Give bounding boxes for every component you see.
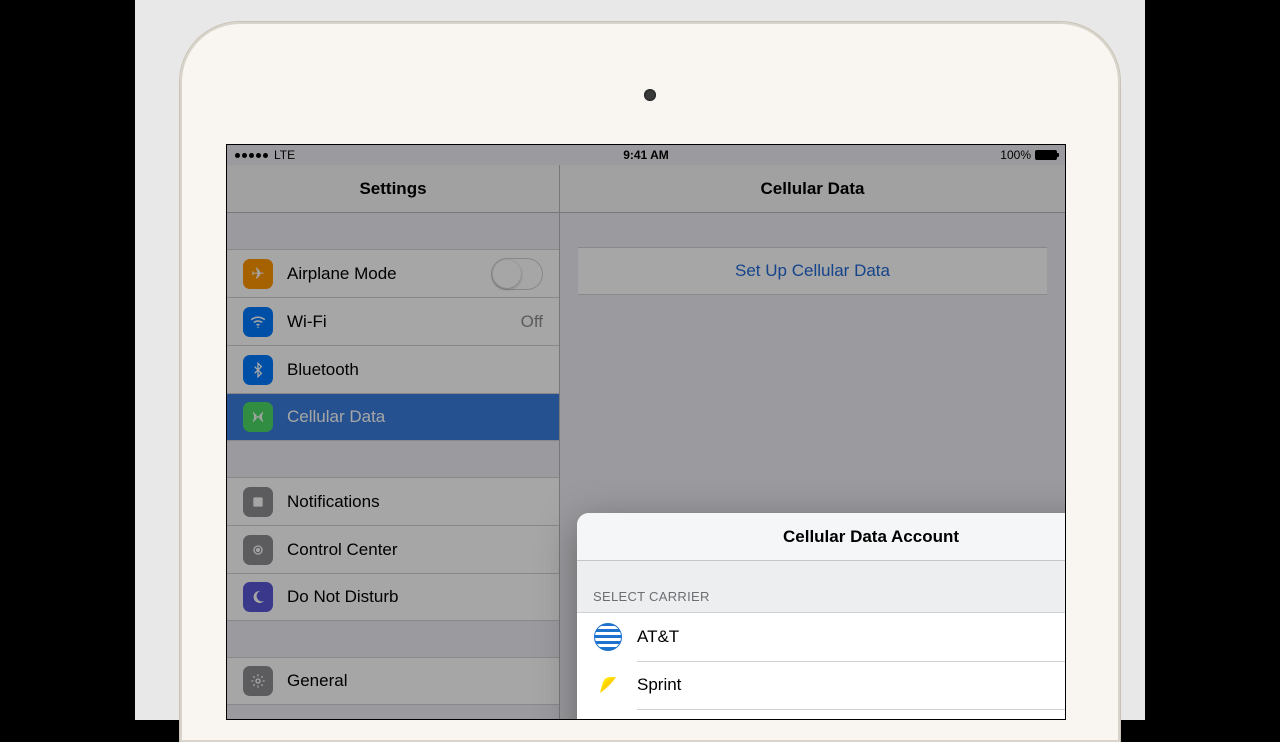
- modal-section-label: SELECT CARRIER: [577, 561, 1066, 612]
- ipad-camera: [644, 89, 656, 101]
- carrier-row-att[interactable]: AT&T: [577, 613, 1066, 661]
- modal-header: Cellular Data Account Cancel: [577, 513, 1066, 561]
- carrier-row-sprint[interactable]: Sprint: [577, 661, 1066, 709]
- att-logo-icon: [593, 622, 623, 652]
- modal-title: Cellular Data Account: [783, 527, 959, 547]
- carrier-name: AT&T: [637, 627, 679, 647]
- carrier-row-tmobile[interactable]: T T-Mobile: [577, 709, 1066, 720]
- ipad-screen: LTE 9:41 AM 100% Settings Cellular Data …: [226, 144, 1066, 720]
- sprint-logo-icon: [593, 670, 623, 700]
- carrier-name: Sprint: [637, 675, 681, 695]
- cellular-account-modal: Cellular Data Account Cancel SELECT CARR…: [577, 513, 1066, 720]
- carrier-list: AT&T Sprint T T-Mobile: [577, 612, 1066, 720]
